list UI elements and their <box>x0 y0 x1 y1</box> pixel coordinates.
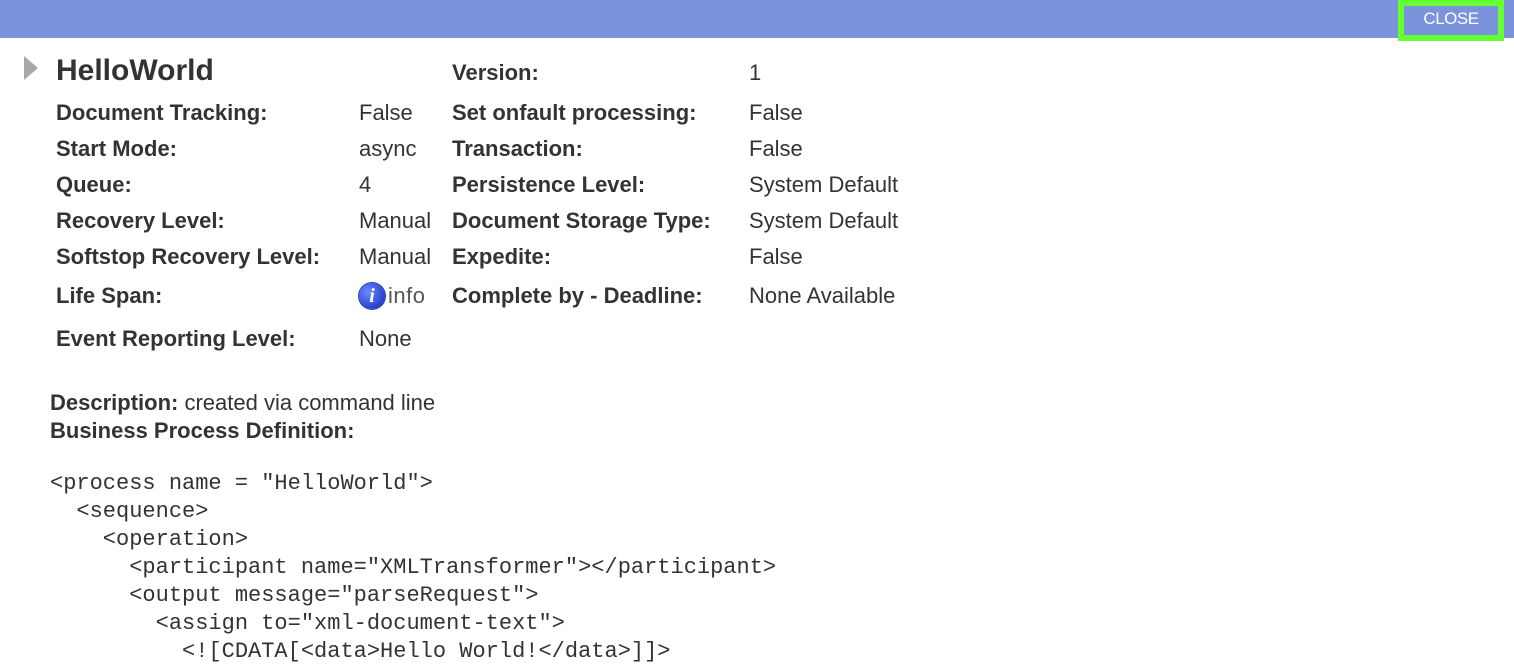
info-icon: i <box>359 283 385 309</box>
document-storage-type-label: Document Storage Type: <box>452 208 711 233</box>
event-reporting-level-label: Event Reporting Level: <box>56 326 296 351</box>
softstop-recovery-level-value: Manual <box>359 244 432 269</box>
description-value: created via command line <box>178 390 436 415</box>
expedite-label: Expedite: <box>452 244 552 269</box>
expedite-value: False <box>749 244 803 269</box>
description-label: Description: <box>50 390 179 415</box>
persistence-level-value: System Default <box>749 172 899 197</box>
definition-label: Business Process Definition: <box>50 418 355 443</box>
process-name: HelloWorld <box>56 54 214 87</box>
version-label: Version: <box>452 60 539 85</box>
set-onfault-processing-label: Set onfault processing: <box>452 100 697 125</box>
close-button-label: CLOSE <box>1423 9 1479 28</box>
queue-value: 4 <box>359 172 372 197</box>
version-value: 1 <box>749 60 762 85</box>
document-tracking-label: Document Tracking: <box>56 100 268 125</box>
queue-label: Queue: <box>56 172 132 197</box>
recovery-level-value: Manual <box>359 208 432 233</box>
start-mode-value: async <box>359 136 417 161</box>
persistence-level-label: Persistence Level: <box>452 172 646 197</box>
header-bar <box>0 0 1514 38</box>
complete-by-deadline-label: Complete by - Deadline: <box>452 283 703 308</box>
document-storage-type-value: System Default <box>749 208 899 233</box>
transaction-value: False <box>749 136 803 161</box>
process-definition-code: <process name = "HelloWorld"> <sequence>… <box>50 471 777 664</box>
life-span-label: Life Span: <box>56 283 163 308</box>
recovery-level-label: Recovery Level: <box>56 208 225 233</box>
set-onfault-processing-value: False <box>749 100 803 125</box>
event-reporting-level-value: None <box>359 326 412 351</box>
expand-triangle-icon[interactable] <box>24 56 38 80</box>
document-tracking-value: False <box>359 100 413 125</box>
complete-by-deadline-value: None Available <box>749 283 896 308</box>
softstop-recovery-level-label: Softstop Recovery Level: <box>56 244 321 269</box>
definition-heading: Business Process Definition: <box>50 418 354 444</box>
life-span-info-text: info <box>388 283 426 308</box>
transaction-label: Transaction: <box>452 136 583 161</box>
start-mode-label: Start Mode: <box>56 136 177 161</box>
description-line: Description: created via command line <box>50 390 435 416</box>
life-span-info-link[interactable]: i info <box>359 283 425 309</box>
close-button[interactable]: CLOSE <box>1398 0 1504 41</box>
